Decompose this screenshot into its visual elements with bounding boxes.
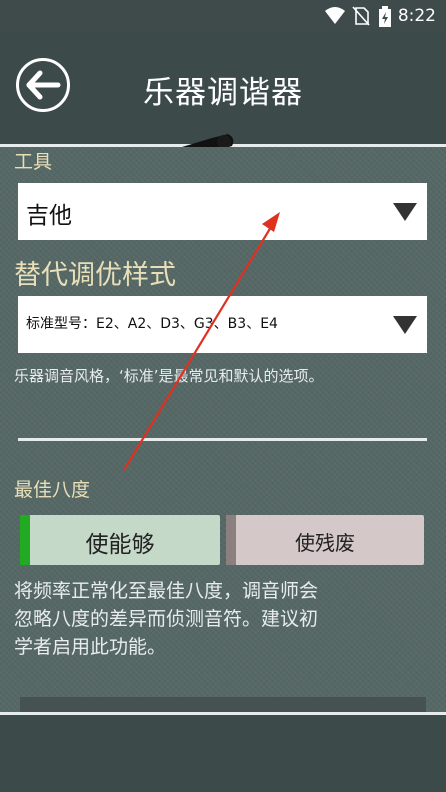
instrument-label: 工具 — [14, 151, 53, 173]
page-title: 乐器调谐器 — [143, 75, 303, 111]
help-line: 忽略八度的差异而侦测音符。建议初 — [14, 608, 319, 630]
no-sim-icon — [352, 6, 370, 26]
settings-panel: 工具 吉他 替代调优样式 标准型号：E2、A2、D3、G3、B3、E4 乐器调音… — [0, 147, 446, 712]
best-octave-help: 将频率正常化至最佳八度，调音师会 忽略八度的差异而侦测音符。建议初 学者启用此功… — [14, 577, 318, 661]
battery-charging-icon — [379, 6, 391, 27]
instrument-select[interactable]: 吉他 — [18, 183, 427, 240]
panel-footer-strip — [20, 697, 426, 712]
instrument-value: 吉他 — [26, 203, 72, 229]
status-bar: 8:22 — [0, 0, 446, 32]
status-time: 8:22 — [397, 6, 436, 26]
wifi-icon — [325, 7, 345, 24]
chevron-down-icon — [393, 203, 417, 221]
enable-label: 使能够 — [85, 532, 155, 558]
alt-tuning-select[interactable]: 标准型号：E2、A2、D3、G3、B3、E4 — [18, 296, 427, 353]
chevron-down-icon — [393, 316, 417, 334]
disable-label: 使残废 — [295, 531, 355, 555]
disable-button[interactable]: 使残废 — [226, 515, 424, 565]
section-divider — [18, 438, 427, 441]
help-line: 学者启用此功能。 — [14, 636, 167, 658]
best-octave-label: 最佳八度 — [14, 479, 91, 501]
alt-tuning-help: 乐器调音风格，‘标准’是最常见和默认的选项。 — [14, 367, 324, 385]
footer-area — [0, 715, 446, 792]
alt-tuning-value: 标准型号：E2、A2、D3、G3、B3、E4 — [26, 316, 278, 332]
alt-tuning-label: 替代调优样式 — [14, 260, 176, 291]
enable-button[interactable]: 使能够 — [20, 515, 220, 565]
help-line: 将频率正常化至最佳八度，调音师会 — [14, 580, 319, 602]
app-header: 乐器调谐器 — [0, 32, 446, 144]
